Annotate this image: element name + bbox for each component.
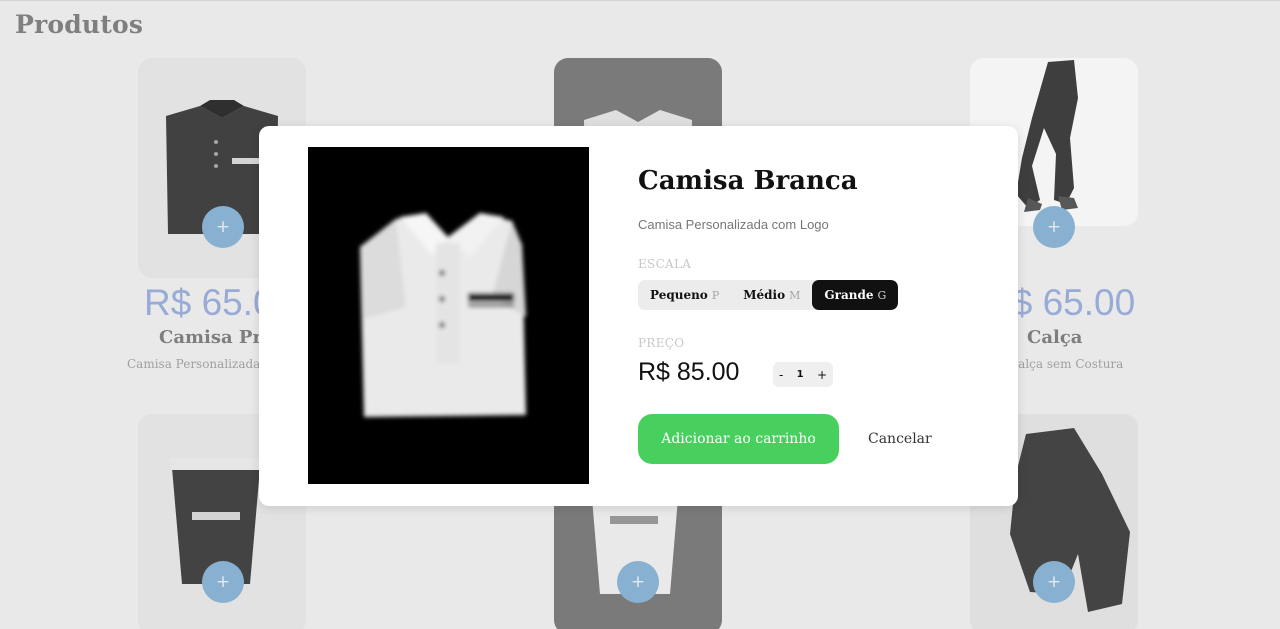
size-option-medio[interactable]: Médio M (731, 280, 812, 310)
size-option-label: Médio (743, 288, 786, 302)
add-to-cart-button[interactable]: Adicionar ao carrinho (638, 414, 839, 464)
product-image (308, 147, 589, 484)
size-option-grande[interactable]: Grande G (812, 280, 899, 310)
size-selector: Pequeno P Médio M Grande G (638, 280, 899, 310)
cancel-button[interactable]: Cancelar (868, 431, 932, 447)
quantity-increase-button[interactable]: + (817, 368, 827, 382)
size-option-abbr: P (711, 288, 720, 302)
size-option-abbr: G (877, 288, 887, 302)
modal-subtitle: Camisa Personalizada com Logo (638, 217, 829, 232)
quantity-value: 1 (796, 369, 804, 380)
quantity-decrease-button[interactable]: - (779, 368, 783, 382)
quantity-stepper: - 1 + (773, 362, 833, 387)
white-polo-image (360, 213, 526, 417)
size-option-label: Grande (824, 288, 874, 302)
price-label: PREÇO (638, 336, 685, 350)
modal-title: Camisa Branca (638, 166, 858, 196)
size-option-abbr: M (789, 288, 801, 302)
modal-price: R$ 85.00 (638, 358, 740, 386)
product-modal: Camisa Branca Camisa Personalizada com L… (259, 126, 1018, 506)
size-option-label: Pequeno (650, 288, 708, 302)
size-label: ESCALA (638, 257, 692, 271)
size-option-pequeno[interactable]: Pequeno P (638, 280, 731, 310)
